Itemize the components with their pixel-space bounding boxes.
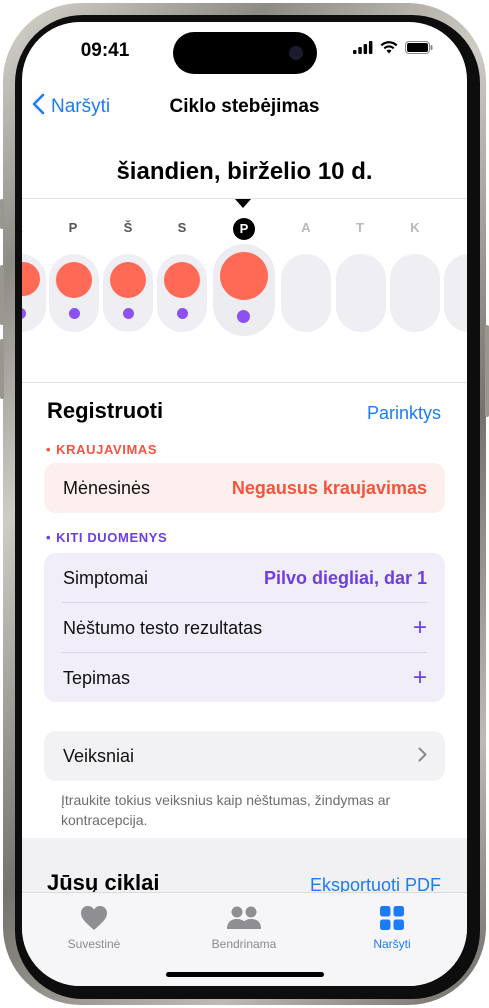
- period-marker: [56, 262, 92, 298]
- spotting-row[interactable]: Tepimas +: [44, 653, 445, 703]
- period-marker: [220, 252, 268, 300]
- tab-summary-label: Suvestinė: [67, 937, 121, 951]
- camera-icon: [289, 46, 303, 60]
- date-header: šiandien, birželio 10 d.: [116, 158, 373, 185]
- add-icon[interactable]: +: [413, 614, 427, 642]
- nav-title: Ciklo stebėjimas: [169, 96, 320, 117]
- symptoms-row[interactable]: Simptomai Pilvo diegliai, dar 1: [44, 553, 445, 603]
- home-indicator[interactable]: [166, 972, 324, 977]
- fertility-dot: [237, 310, 250, 323]
- day-pill[interactable]: [22, 254, 46, 332]
- status-icons: [353, 41, 433, 59]
- day-letter: K: [22, 220, 28, 235]
- day-letter: P: [68, 220, 78, 235]
- day-pill[interactable]: [157, 254, 207, 332]
- day-pill-today[interactable]: [213, 244, 275, 336]
- day-letter: K: [410, 220, 420, 235]
- pregnancy-test-label: Nėštumo testo rezultatas: [63, 617, 263, 638]
- tab-summary[interactable]: Suvestinė: [39, 903, 149, 951]
- cellular-signal-icon: [353, 41, 373, 59]
- period-marker: [110, 262, 146, 298]
- today-badge: P: [233, 218, 255, 240]
- symptoms-label: Simptomai: [63, 567, 149, 588]
- tab-sharing-label: Bendrinama: [211, 937, 277, 951]
- status-time: 09:41: [80, 40, 130, 61]
- add-icon[interactable]: +: [413, 664, 427, 692]
- tab-sharing[interactable]: Bendrinama: [189, 903, 299, 951]
- tab-bar: Suvestinė Bendrinama Naršyti: [22, 892, 467, 986]
- fertility-dot: [177, 308, 188, 319]
- side-button: [0, 199, 4, 229]
- options-link[interactable]: Parinktys: [367, 403, 441, 424]
- day-letter: S: [177, 220, 187, 235]
- people-icon: [189, 903, 299, 933]
- day-pill[interactable]: [49, 254, 99, 332]
- today-pointer-icon: [233, 196, 253, 208]
- bleeding-card: Mėnesinės Negausus kraujavimas: [44, 463, 445, 513]
- bleeding-category-label: • KRAUJAVIMAS: [46, 442, 158, 457]
- day-letter: T: [356, 220, 364, 235]
- day-pill[interactable]: [281, 254, 331, 332]
- fertility-dot: [123, 308, 134, 319]
- volume-up-button: [0, 265, 4, 325]
- fertility-dot: [22, 308, 26, 319]
- period-row-label: Mėnesinės: [63, 477, 151, 498]
- screen: 09:41 Naršyti Ciklo stebėjimas šiandien,…: [22, 22, 467, 986]
- dynamic-island: [173, 32, 317, 74]
- day-pill[interactable]: [336, 254, 386, 332]
- factors-row[interactable]: Veiksniai: [44, 731, 445, 781]
- factors-card: Veiksniai: [44, 731, 445, 781]
- day-letter: Š: [123, 220, 133, 235]
- log-section-title: Registruoti: [47, 398, 164, 423]
- factors-note: Įtraukite tokius veiksnius kaip nėštumas…: [61, 792, 391, 828]
- period-row-value: Negausus kraujavimas: [231, 477, 427, 498]
- power-button: [485, 325, 489, 417]
- tab-browse-label: Naršyti: [373, 937, 411, 951]
- grid-icon: [337, 903, 447, 933]
- bullet-icon: •: [46, 442, 52, 457]
- factors-label: Veiksniai: [63, 745, 135, 766]
- symptoms-value: Pilvo diegliai, dar 1: [263, 567, 427, 588]
- pregnancy-test-row[interactable]: Nėštumo testo rezultatas +: [44, 603, 445, 653]
- spotting-label: Tepimas: [63, 667, 131, 688]
- fertility-dot: [69, 308, 80, 319]
- wifi-icon: [380, 41, 398, 59]
- period-row[interactable]: Mėnesinės Negausus kraujavimas: [44, 463, 445, 513]
- period-marker: [22, 262, 40, 296]
- tab-browse[interactable]: Naršyti: [337, 903, 447, 951]
- bullet-icon: •: [46, 530, 52, 545]
- day-letter: A: [301, 220, 311, 235]
- period-marker: [164, 262, 200, 298]
- battery-icon: [405, 41, 433, 59]
- heart-icon: [39, 903, 149, 933]
- chevron-right-icon: [418, 746, 427, 767]
- other-data-card: Simptomai Pilvo diegliai, dar 1 Nėštumo …: [44, 553, 445, 702]
- other-data-category-label: • KITI DUOMENYS: [46, 530, 168, 545]
- day-pill[interactable]: [103, 254, 153, 332]
- day-pill[interactable]: [444, 254, 467, 332]
- strip-divider-bottom: [22, 382, 467, 383]
- day-pill[interactable]: [390, 254, 440, 332]
- volume-down-button: [0, 339, 4, 399]
